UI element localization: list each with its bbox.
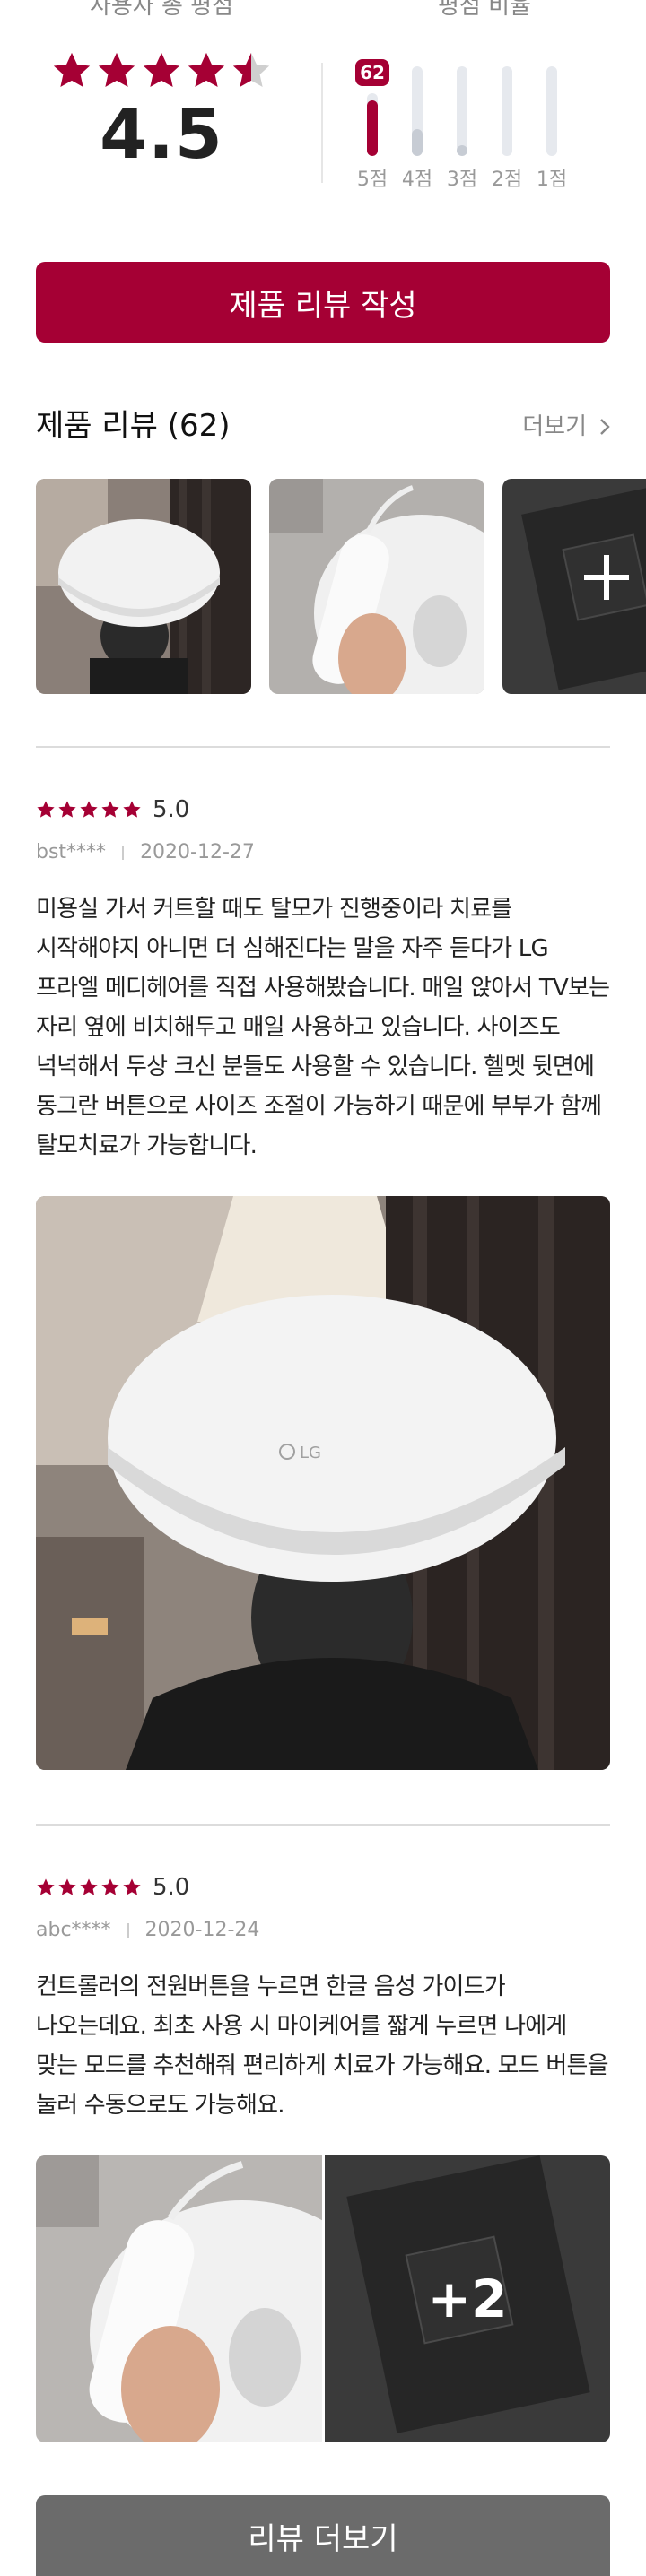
photo-thumbnail[interactable]	[269, 479, 484, 694]
photo-thumbnail[interactable]	[502, 479, 646, 694]
rating-bar-track	[457, 66, 467, 156]
review-stars: 5.0	[36, 796, 610, 823]
review-score: 5.0	[153, 796, 190, 823]
star-icon	[36, 800, 56, 820]
average-rating: 4.5	[100, 94, 223, 174]
rating-bar-track	[502, 66, 512, 156]
more-photos-count: +2	[427, 2268, 508, 2329]
review-photo[interactable]: LG	[36, 1196, 610, 1770]
rating-distribution: 62 5점 4점 3점 2점 1점	[341, 59, 628, 197]
star-icon	[122, 800, 142, 820]
star-icon	[100, 1878, 120, 1897]
review-date: 2020-12-27	[140, 841, 255, 863]
more-reviews-button[interactable]: 리뷰 더보기	[36, 2495, 610, 2576]
rating-bar-badge: 62	[355, 59, 389, 86]
rating-bar-track	[367, 93, 378, 156]
photo-thumbnails	[36, 479, 646, 694]
rating-bar-fill	[367, 100, 378, 156]
rating-bar-label: 5점	[356, 169, 388, 191]
rating-bar-label: 3점	[446, 169, 478, 191]
photo-thumbnail[interactable]	[36, 479, 251, 694]
star-icon	[186, 50, 227, 91]
rating-bar-fill	[412, 129, 423, 156]
review-photo-more[interactable]: +2	[325, 2155, 610, 2442]
rating-bar-label: 1점	[536, 169, 568, 191]
reviews-header: 제품 리뷰 (62) 더보기	[36, 403, 610, 448]
star-icon	[57, 1878, 77, 1897]
review-score: 5.0	[153, 1874, 190, 1901]
meta-separator	[127, 1923, 129, 1938]
section-divider	[36, 1824, 610, 1826]
star-icon	[79, 1878, 99, 1897]
star-icon	[57, 800, 77, 820]
review-author: abc****	[36, 1919, 111, 1941]
star-icon	[79, 800, 99, 820]
star-icon	[141, 50, 182, 91]
half-star-icon	[232, 52, 270, 88]
chevron-right-icon	[600, 419, 610, 435]
review-meta: abc**** 2020-12-24	[36, 1917, 610, 1944]
meta-separator	[122, 846, 125, 860]
star-icon	[96, 50, 137, 91]
rating-bar-track	[412, 66, 423, 156]
rating-ratio-block: 평점 비율 62 5점 4점 3점 2점 1점	[341, 0, 628, 191]
rating-bar-label: 2점	[491, 169, 523, 191]
rating-ratio-label: 평점 비율	[438, 0, 531, 20]
total-rating-label: 사용자 총 평점	[89, 0, 234, 20]
rating-bar-label: 4점	[401, 169, 433, 191]
more-link-label: 더보기	[522, 413, 587, 440]
review-body: 미용실 가서 커트할 때도 탈모가 진행중이라 치료를 시작해야지 아니면 더 …	[36, 896, 610, 1159]
review-photo[interactable]	[36, 2155, 322, 2442]
rating-bar-track	[546, 66, 557, 156]
review-item: 5.0 abc**** 2020-12-24 컨트롤러의 전원버튼을 누르면 한…	[36, 1874, 610, 2442]
more-link[interactable]: 더보기	[522, 409, 610, 445]
review-item: 5.0 bst**** 2020-12-27 미용실 가서 커트할 때도 탈모가…	[36, 796, 610, 1770]
review-author: bst****	[36, 841, 107, 863]
svg-text:LG: LG	[300, 1444, 321, 1462]
review-date: 2020-12-24	[144, 1919, 260, 1941]
write-review-button[interactable]: 제품 리뷰 작성	[36, 262, 610, 343]
section-divider	[36, 746, 610, 748]
review-meta: bst**** 2020-12-27	[36, 839, 610, 866]
total-rating-block: 사용자 총 평점 4.5	[36, 0, 287, 170]
review-stars: 5.0	[36, 1874, 610, 1901]
review-photos: +2	[36, 2155, 610, 2442]
average-stars	[36, 50, 287, 91]
star-icon	[100, 800, 120, 820]
rating-bar-fill	[457, 145, 467, 156]
star-icon	[36, 1878, 56, 1897]
review-body: 컨트롤러의 전원버튼을 누르면 한글 음성 가이드가 나오는데요. 최초 사용 …	[36, 1973, 609, 2119]
reviews-title: 제품 리뷰 (62)	[36, 408, 231, 444]
rating-summary: 사용자 총 평점 4.5 평점 비율 62 5점 4점 3점 2점 1점	[0, 0, 646, 206]
star-icon	[51, 50, 92, 91]
star-icon	[122, 1878, 142, 1897]
summary-divider	[321, 63, 323, 183]
